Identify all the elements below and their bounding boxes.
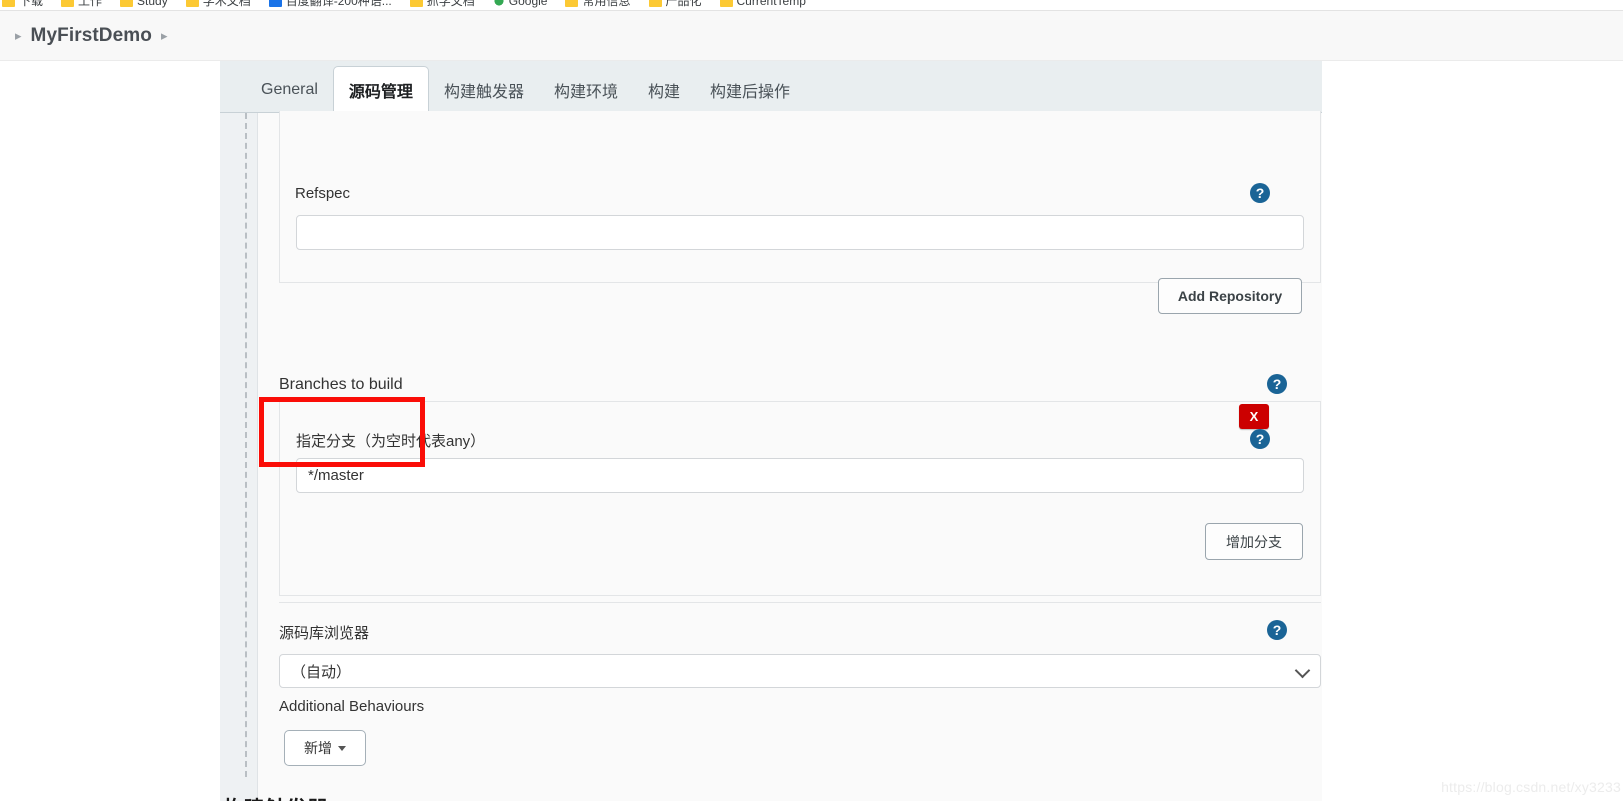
bookmark-label: 产品化 — [665, 0, 702, 8]
browser-bookmarks-bar: 下载 工作 Study 学术文档 百度翻译-200种语... 抓学文档 Goog… — [0, 0, 1623, 11]
folder-icon — [185, 0, 199, 7]
bookmark-label: 下载 — [19, 0, 44, 8]
branch-specifier-label: 指定分支（为空时代表any） — [296, 433, 486, 450]
folder-icon — [120, 0, 134, 7]
bookmark-item[interactable]: 工作 — [61, 0, 102, 7]
repo-browser-panel — [279, 602, 1321, 603]
additional-behaviours-label: Additional Behaviours — [279, 698, 425, 715]
refspec-panel — [279, 111, 1321, 283]
add-branch-button[interactable]: 增加分支 — [1205, 523, 1303, 560]
bookmark-item[interactable]: 学术文档 — [185, 0, 251, 8]
bookmark-label: 百度翻译-200种语... — [285, 0, 392, 8]
bookmark-item[interactable]: Study — [120, 0, 168, 7]
tab-build-triggers[interactable]: 构建触发器 — [429, 68, 539, 112]
bookmark-item[interactable]: 常用信息 — [565, 0, 631, 8]
form-indent-guide — [245, 113, 247, 777]
refspec-label: Refspec — [295, 185, 351, 202]
bookmark-label: Study — [137, 0, 168, 8]
breadcrumb-chevron-icon[interactable]: ▸ — [152, 29, 177, 42]
bookmark-list: 下载 工作 Study 学术文档 百度翻译-200种语... 抓学文档 Goog… — [0, 0, 824, 10]
tab-label: 构建触发器 — [443, 84, 524, 101]
tab-label: 源码管理 — [348, 84, 413, 101]
left-margin — [0, 61, 220, 801]
repo-browser-label: 源码库浏览器 — [279, 625, 370, 642]
branches-to-build-label: Branches to build — [279, 376, 403, 393]
add-behaviour-button[interactable]: 新增 — [284, 730, 366, 766]
tab-post-build-actions[interactable]: 构建后操作 — [695, 68, 805, 112]
screen-root: 下载 工作 Study 学术文档 百度翻译-200种语... 抓学文档 Goog… — [0, 0, 1623, 801]
tab-source-code-management[interactable]: 源码管理 — [332, 66, 429, 113]
bookmark-label: 抓学文档 — [426, 0, 475, 8]
bookmark-item[interactable]: 百度翻译-200种语... — [268, 0, 392, 8]
folder-icon — [648, 0, 662, 7]
bookmark-item[interactable]: 下载 — [2, 0, 43, 7]
config-tabbar: General 源码管理 构建触发器 构建环境 构建 构建后操作 — [220, 61, 1322, 113]
bookmark-item[interactable]: CurrentTemp — [719, 0, 806, 8]
add-repository-button[interactable]: Add Repository — [1158, 278, 1302, 314]
job-config-card: General 源码管理 构建触发器 构建环境 构建 构建后操作 Refspec… — [220, 61, 1322, 801]
bookmark-label: CurrentTemp — [736, 0, 806, 8]
folder-icon — [719, 0, 733, 7]
tab-general[interactable]: General — [246, 68, 333, 112]
watermark: https://blog.csdn.net/xy3233 — [1441, 779, 1621, 795]
right-margin — [1322, 61, 1623, 801]
repo-browser-help-icon[interactable]: ? — [1267, 620, 1287, 640]
tab-label: 构建环境 — [553, 84, 618, 101]
add-behaviour-label: 新增 — [304, 740, 332, 756]
tab-build[interactable]: 构建 — [633, 68, 695, 112]
branches-help-icon[interactable]: ? — [1267, 374, 1287, 394]
bookmark-label: 常用信息 — [582, 0, 631, 8]
globe-icon — [492, 0, 505, 7]
breadcrumb-leading-arrow-icon[interactable]: ▸ — [6, 29, 31, 42]
bookmark-label: Google — [508, 0, 548, 8]
refspec-input[interactable] — [296, 215, 1304, 250]
config-form-area: Refspec ? Add Repository Branches to bui… — [220, 111, 1322, 801]
branch-specifier-input[interactable]: */master — [296, 458, 1304, 493]
folder-icon — [565, 0, 579, 7]
caret-down-icon — [338, 745, 346, 751]
repo-browser-select[interactable]: （自动） — [279, 654, 1321, 688]
form-content: Refspec ? Add Repository Branches to bui… — [259, 111, 1322, 801]
bookmark-item[interactable]: 抓学文档 — [409, 0, 475, 8]
page-title[interactable]: MyFirstDemo — [31, 25, 152, 47]
form-gutter — [220, 113, 258, 801]
tab-label: General — [261, 81, 318, 98]
tab-build-environment[interactable]: 构建环境 — [539, 68, 633, 112]
branch-specifier-help-icon[interactable]: ? — [1250, 429, 1270, 449]
repo-browser-selected-value: （自动） — [291, 663, 352, 681]
tab-label: 构建后操作 — [709, 84, 790, 101]
bookmark-label: 工作 — [78, 0, 103, 8]
bookmark-item[interactable]: 产品化 — [648, 0, 702, 8]
remove-branch-button[interactable]: X — [1239, 404, 1269, 429]
build-triggers-heading: 构建触发器 — [223, 793, 328, 801]
folder-icon — [61, 0, 75, 7]
refspec-help-icon[interactable]: ? — [1250, 183, 1270, 203]
chevron-down-icon — [1294, 662, 1311, 679]
tab-label: 构建 — [647, 84, 680, 101]
folder-icon — [409, 0, 423, 7]
folder-icon — [2, 0, 15, 7]
breadcrumb: ▸ MyFirstDemo ▸ — [0, 11, 1623, 61]
bookmark-label: 学术文档 — [202, 0, 251, 8]
translate-icon — [268, 0, 282, 7]
bookmark-item[interactable]: Google — [492, 0, 548, 8]
